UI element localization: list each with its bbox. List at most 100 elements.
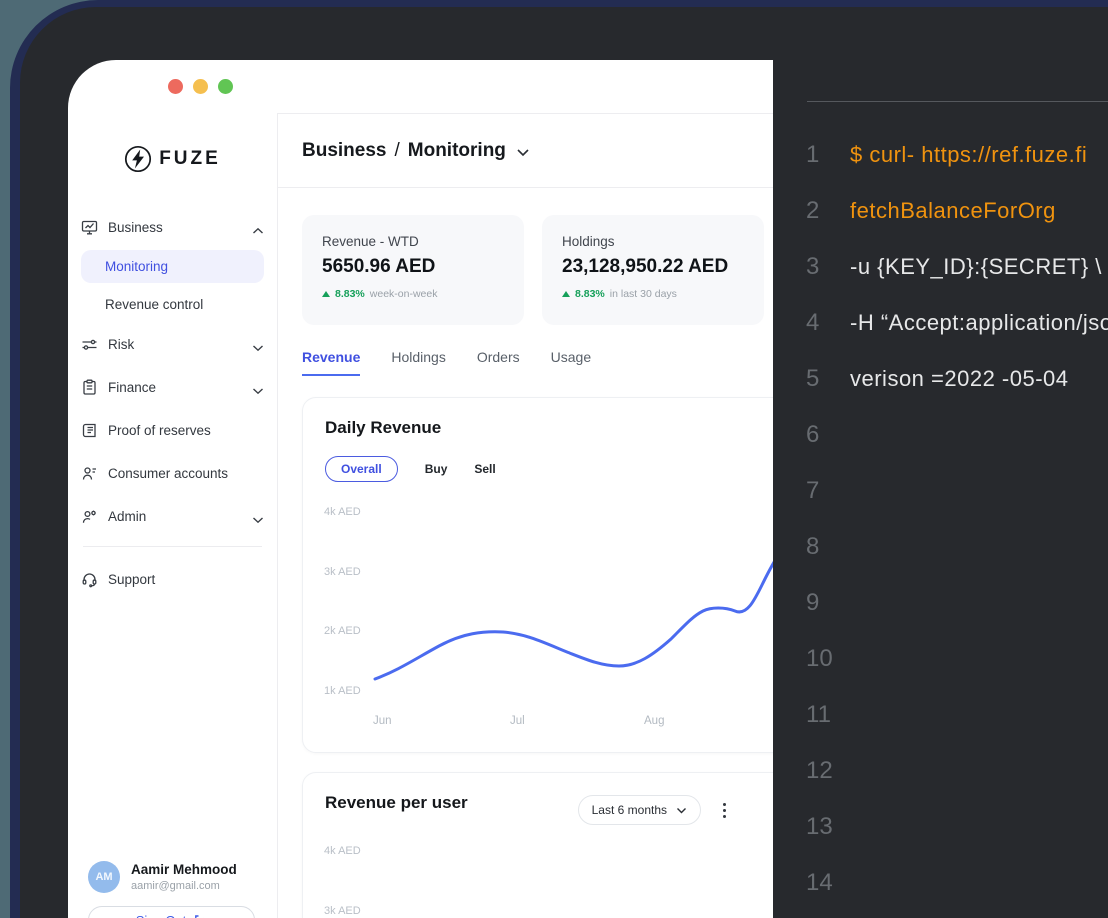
chevron-down-icon	[252, 383, 264, 391]
sidebar-item-monitoring[interactable]: Monitoring	[81, 250, 264, 283]
sidebar-item-label: Finance	[108, 380, 156, 395]
chevron-down-icon	[252, 340, 264, 348]
filter-buy[interactable]: Buy	[425, 462, 448, 476]
sidebar-item-label: Admin	[108, 509, 146, 524]
up-triangle-icon	[562, 291, 570, 297]
chevron-down-icon	[676, 807, 687, 814]
line-number: 9	[806, 589, 850, 617]
user-gear-icon	[81, 508, 98, 525]
filter-sell[interactable]: Sell	[474, 462, 495, 476]
sidebar-item-finance[interactable]: Finance	[81, 372, 264, 402]
tab-usage[interactable]: Usage	[551, 349, 591, 376]
stat-title: Revenue - WTD	[322, 234, 504, 249]
user-email: aamir@gmail.com	[131, 880, 237, 892]
chevron-down-icon[interactable]	[516, 148, 530, 157]
tab-orders[interactable]: Orders	[477, 349, 520, 376]
daily-revenue-card: Daily Revenue Overall Buy Sell 4k AED 3k…	[302, 397, 773, 753]
revenue-per-user-card: Revenue per user Last 6 months 4k AED 3k…	[302, 772, 773, 918]
sidebar-item-label: Proof of reserves	[108, 423, 211, 438]
sliders-icon	[81, 336, 98, 353]
breadcrumb-current: Monitoring	[408, 140, 506, 162]
code-text: $ curl- https://ref.fuze.fi	[850, 142, 1087, 168]
sidebar-item-consumer-accounts[interactable]: Consumer accounts	[81, 458, 264, 488]
y-axis-tick: 3k AED	[324, 566, 361, 578]
tab-holdings[interactable]: Holdings	[391, 349, 445, 376]
sidebar-item-proof-of-reserves[interactable]: Proof of reserves	[81, 415, 264, 445]
line-number: 1	[806, 141, 850, 169]
log-out-icon	[193, 914, 207, 918]
headset-icon	[81, 571, 98, 588]
minimize-window-icon[interactable]	[193, 79, 208, 94]
sidebar-item-business[interactable]: Business	[81, 212, 264, 242]
close-window-icon[interactable]	[168, 79, 183, 94]
user-name: Aamir Mehmood	[131, 862, 237, 877]
code-text: -u {KEY_ID}:{SECRET} \	[850, 254, 1102, 280]
code-line: 6	[806, 407, 1108, 463]
kebab-menu-icon[interactable]	[719, 799, 730, 822]
x-axis-tick: Jun	[373, 715, 392, 727]
clipboard-icon	[81, 379, 98, 396]
code-line: 13	[806, 799, 1108, 855]
stat-card-revenue-wtd: Revenue - WTD 5650.96 AED 8.83% week-on-…	[302, 215, 524, 325]
line-number: 5	[806, 365, 850, 393]
stat-delta-percent: 8.83%	[575, 288, 605, 300]
daily-revenue-line-chart	[303, 398, 773, 754]
line-number: 6	[806, 421, 850, 449]
y-axis-tick: 1k AED	[324, 685, 361, 697]
stat-cards-row: Revenue - WTD 5650.96 AED 8.83% week-on-…	[302, 215, 773, 325]
sidebar-item-label: Consumer accounts	[108, 466, 228, 481]
code-line: 2 fetchBalanceForOrg	[806, 183, 1108, 239]
y-axis-tick: 3k AED	[324, 905, 361, 917]
brand-name: FUZE	[159, 148, 221, 170]
y-axis-tick: 4k AED	[324, 845, 361, 857]
sidebar-item-label: Risk	[108, 337, 134, 352]
breadcrumb-root[interactable]: Business	[302, 140, 386, 162]
code-line: 11	[806, 687, 1108, 743]
stat-card-holdings: Holdings 23,128,950.22 AED 8.83% in last…	[542, 215, 764, 325]
sidebar-item-risk[interactable]: Risk	[81, 329, 264, 359]
code-line: 8	[806, 519, 1108, 575]
breadcrumb: Business / Monitoring	[278, 113, 773, 188]
avatar[interactable]: AM	[88, 861, 120, 893]
stat-title: Holdings	[562, 234, 744, 249]
lightning-bolt-icon	[124, 145, 152, 173]
monitor-chart-icon	[81, 219, 98, 236]
tab-revenue[interactable]: Revenue	[302, 349, 360, 376]
maximize-window-icon[interactable]	[218, 79, 233, 94]
x-axis-tick: Aug	[644, 715, 664, 727]
line-number: 8	[806, 533, 850, 561]
line-number: 14	[806, 869, 850, 897]
sidebar-item-admin[interactable]: Admin	[81, 501, 264, 531]
date-range-label: Last 6 months	[592, 803, 667, 817]
line-number: 13	[806, 813, 850, 841]
line-number: 7	[806, 477, 850, 505]
sidebar-item-support[interactable]: Support	[81, 564, 264, 594]
sidebar-item-revenue-control[interactable]: Revenue control	[81, 289, 264, 319]
code-text: verison =2022 -05-04	[850, 366, 1069, 392]
main-area: Business / Monitoring Revenue - WTD 5650…	[278, 113, 773, 918]
user-list-icon	[81, 465, 98, 482]
line-number: 12	[806, 757, 850, 785]
chevron-down-icon	[252, 512, 264, 520]
code-line: 4 -H “Accept:application/json	[806, 295, 1108, 351]
sign-out-button[interactable]: Sign Out	[88, 906, 255, 918]
x-axis-tick: Jul	[510, 715, 525, 727]
sidebar-item-label: Business	[108, 220, 163, 235]
code-line: 12	[806, 743, 1108, 799]
chart-title: Revenue per user	[325, 793, 468, 813]
line-number: 11	[806, 701, 850, 729]
sidebar-divider	[83, 546, 262, 547]
window-titlebar	[68, 60, 773, 113]
browser-window: FUZE Business	[68, 60, 773, 918]
line-number: 3	[806, 253, 850, 281]
date-range-dropdown[interactable]: Last 6 months	[578, 795, 701, 825]
code-line: 10	[806, 631, 1108, 687]
code-editor: 1 $ curl- https://ref.fuze.fi 2 fetchBal…	[806, 127, 1108, 911]
filter-overall-pill[interactable]: Overall	[325, 456, 398, 482]
stat-delta-note: week-on-week	[370, 288, 438, 300]
y-axis-tick: 2k AED	[324, 625, 361, 637]
stat-delta-percent: 8.83%	[335, 288, 365, 300]
chart-title: Daily Revenue	[325, 418, 441, 438]
brand-logo: FUZE	[68, 139, 277, 179]
code-text: -H “Accept:application/json	[850, 310, 1108, 336]
